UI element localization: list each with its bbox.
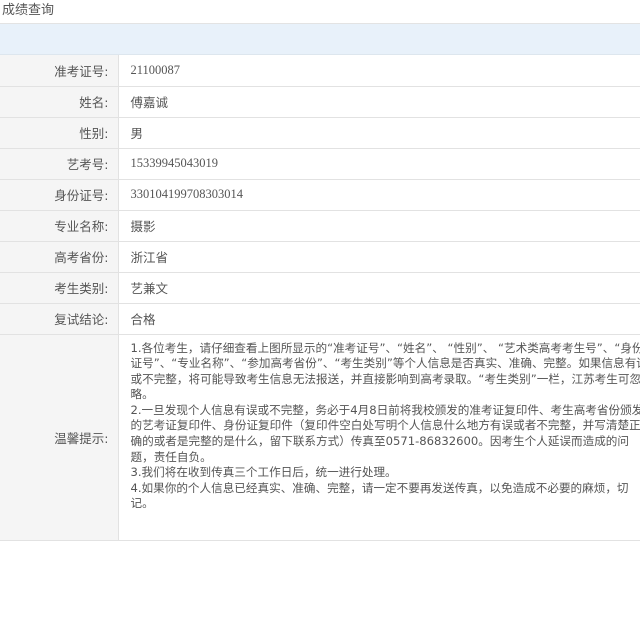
notice-cell: 1.各位考生，请仔细查看上图所显示的“准考证号”、“姓名”、 “性别”、 “艺术… xyxy=(118,334,640,541)
page-title: 成绩查询 xyxy=(0,0,640,24)
score-info-table: 准考证号: 21100087 姓名: 傅嘉诚 性别: 男 艺考号: 153399… xyxy=(0,55,640,541)
field-label-exam-id: 准考证号: xyxy=(0,55,119,87)
field-value-art-exam-id: 15339945043019 xyxy=(118,148,640,180)
table-row: 温馨提示: 1.各位考生，请仔细查看上图所显示的“准考证号”、“姓名”、 “性别… xyxy=(0,334,640,541)
field-label-province: 高考省份: xyxy=(0,241,119,273)
field-value-result: 合格 xyxy=(118,303,640,335)
field-value-category: 艺兼文 xyxy=(118,272,640,304)
field-value-gender: 男 xyxy=(118,117,640,149)
field-label-name: 姓名: xyxy=(0,86,119,118)
table-row: 身份证号: 330104199708303014 xyxy=(0,179,640,211)
field-value-major: 摄影 xyxy=(118,210,640,242)
field-label-gender: 性别: xyxy=(0,117,119,149)
notice-label: 温馨提示: xyxy=(0,334,119,541)
field-value-name: 傅嘉诚 xyxy=(118,86,640,118)
table-row: 姓名: 傅嘉诚 xyxy=(0,86,640,118)
table-row: 准考证号: 21100087 xyxy=(0,55,640,87)
field-label-art-exam-id: 艺考号: xyxy=(0,148,119,180)
field-label-id-number: 身份证号: xyxy=(0,179,119,211)
table-row: 艺考号: 15339945043019 xyxy=(0,148,640,180)
table-row: 专业名称: 摄影 xyxy=(0,210,640,242)
notice-paragraph-1: 1.各位考生，请仔细查看上图所显示的“准考证号”、“姓名”、 “性别”、 “艺术… xyxy=(130,340,640,402)
notice-text: 1.各位考生，请仔细查看上图所显示的“准考证号”、“姓名”、 “性别”、 “艺术… xyxy=(131,341,640,513)
field-value-province: 浙江省 xyxy=(118,241,640,273)
notice-paragraph-3: 3.我们将在收到传真三个工作日后，统一进行处理。 xyxy=(130,465,397,480)
header-band xyxy=(0,24,640,55)
table-row: 考生类别: 艺兼文 xyxy=(0,272,640,304)
table-row: 高考省份: 浙江省 xyxy=(0,241,640,273)
field-value-id-number: 330104199708303014 xyxy=(118,179,640,211)
field-value-exam-id: 21100087 xyxy=(118,55,640,87)
field-label-category: 考生类别: xyxy=(0,272,119,304)
field-label-result: 复试结论: xyxy=(0,303,119,335)
notice-paragraph-4: 4.如果你的个人信息已经真实、准确、完整，请一定不要再发送传真，以免造成不必要的… xyxy=(130,480,629,511)
field-label-major: 专业名称: xyxy=(0,210,119,242)
table-row: 复试结论: 合格 xyxy=(0,303,640,335)
table-row: 性别: 男 xyxy=(0,117,640,149)
notice-paragraph-2: 2.一旦发现个人信息有误或不完整，务必于4月8日前将我校颁发的准考证复印件、考生… xyxy=(130,402,640,464)
